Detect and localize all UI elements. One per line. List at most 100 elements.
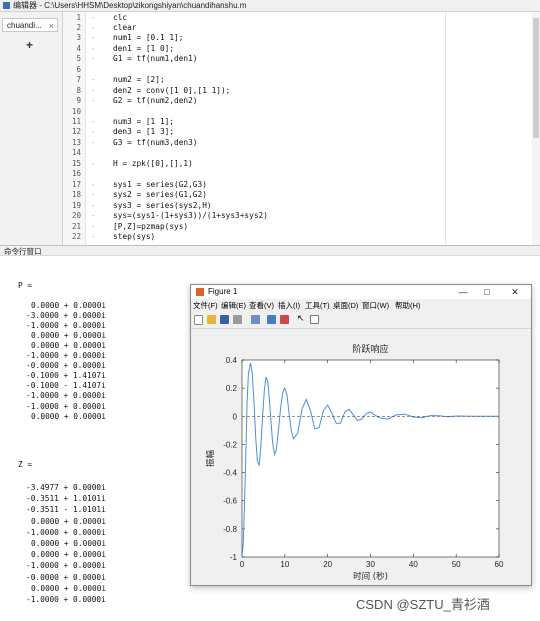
matlab-editor-icon (3, 2, 10, 10)
line-number: 1 (76, 12, 81, 22)
breakpoint-dash[interactable]: - (91, 201, 96, 210)
code-line[interactable]: num2 = [2]; (113, 75, 165, 84)
menu-window[interactable]: 窗口(W) (362, 299, 389, 312)
code-line[interactable]: clc (113, 13, 127, 22)
breakpoint-dash[interactable]: - (91, 180, 96, 189)
dock-icon[interactable] (310, 315, 319, 324)
breakpoint-dash[interactable]: - (91, 54, 96, 63)
code-line[interactable]: [P,Z]=pzmap(sys) (113, 222, 188, 231)
insert-colorbar-icon[interactable] (267, 315, 276, 324)
z-value: 0.0000 + 0.0000i (31, 550, 107, 560)
code-line[interactable]: step(sys) (113, 232, 155, 241)
print-icon[interactable] (233, 315, 242, 324)
file-tab-strip: chuandi... × + (0, 12, 63, 245)
y-tick-label: -0.8 (223, 525, 237, 534)
breakpoint-dash[interactable]: - (91, 33, 96, 42)
breakpoint-dash[interactable]: - (91, 117, 96, 126)
code-line[interactable]: G1 = tf(num1,den1) (113, 54, 198, 63)
line-number: 12 (71, 127, 81, 137)
p-value: -0.1000 + 1.4107i (26, 371, 106, 381)
add-tab-icon[interactable]: + (26, 38, 33, 52)
save-icon[interactable] (220, 315, 229, 324)
code-line[interactable]: sys3 = series(sys2,H) (113, 201, 212, 210)
menu-tools[interactable]: 工具(T) (305, 299, 330, 312)
breakpoint-dash[interactable]: - (91, 222, 96, 231)
code-line[interactable]: den1 = [1 0]; (113, 44, 174, 53)
code-line[interactable]: den3 = [1 3]; (113, 127, 174, 136)
line-number: 4 (76, 43, 81, 53)
breakpoint-dash[interactable]: - (91, 86, 96, 95)
figure-window[interactable]: Figure 1 — □ ✕ 文件(F) 编辑(E) 查看(V) 插入(I) 工… (190, 284, 532, 586)
z-value: -0.3511 - 1.0101i (26, 505, 106, 515)
plot-area[interactable]: 0 10 20 30 40 50 60 0.4 0.2 0 -0.2 -0.4 -0.6 -0.8 -1 阶跃… (191, 329, 531, 584)
breakpoint-dash[interactable]: - (91, 127, 96, 136)
minimize-button[interactable]: — (451, 285, 475, 299)
breakpoint-dash[interactable]: - (91, 75, 96, 84)
breakpoint-dash[interactable]: - (91, 211, 96, 220)
editor-title-text: 编辑器 - C:\Users\HHSM\Desktop\zikongshiyan… (13, 1, 247, 10)
code-editor[interactable]: 1 - clc 2 - clear 3 - num1 = [0.1 1]; 4 - den1 = [1… (63, 12, 540, 245)
menu-view[interactable]: 查看(V) (249, 299, 274, 312)
menu-insert[interactable]: 插入(I) (278, 299, 300, 312)
z-value: 0.0000 + 0.0000i (31, 516, 107, 526)
p-value: -1.0000 + 0.0000i (26, 321, 106, 331)
code-line[interactable]: sys=(sys1-(1+sys3))/(1+sys3+sys2) (113, 211, 268, 220)
menu-edit[interactable]: 编辑(E) (221, 299, 246, 312)
close-icon[interactable]: × (49, 19, 54, 33)
breakpoint-dash[interactable]: - (91, 96, 96, 105)
line-number: 9 (76, 96, 81, 106)
code-line[interactable]: den2 = conv([1 0],[1 1]); (113, 86, 230, 95)
breakpoint-dash[interactable]: - (91, 138, 96, 147)
code-line[interactable]: num1 = [0.1 1]; (113, 33, 183, 42)
link-plot-icon[interactable] (251, 315, 260, 324)
line-number: 15 (71, 158, 81, 168)
close-button[interactable]: ✕ (503, 285, 527, 299)
breakpoint-dash[interactable]: - (91, 13, 96, 22)
y-tick-label: -0.4 (223, 469, 237, 478)
x-tick-label: 60 (495, 560, 504, 569)
breakpoint-dash[interactable]: - (91, 190, 96, 199)
code-line[interactable]: H = zpk([0],[],1) (113, 159, 193, 168)
breakpoint-dash[interactable]: - (91, 23, 96, 32)
code-line[interactable]: sys1 = series(G2,G3) (113, 180, 207, 189)
open-folder-icon[interactable] (207, 315, 216, 324)
menu-desktop[interactable]: 桌面(D) (333, 299, 358, 312)
axes-box (241, 359, 500, 558)
line-number: 5 (76, 54, 81, 64)
insert-legend-icon[interactable] (280, 315, 289, 324)
code-line[interactable]: G3 = tf(num3,den3) (113, 138, 198, 147)
code-line[interactable]: G2 = tf(num2,den2) (113, 96, 198, 105)
x-tick-label: 10 (280, 560, 289, 569)
code-line[interactable]: clear (113, 23, 136, 32)
p-value: -1.0000 + 0.0000i (26, 391, 106, 401)
x-tick-label: 30 (366, 560, 375, 569)
z-label: Z = (18, 460, 33, 469)
code-line[interactable]: num3 = [1 1]; (113, 117, 174, 126)
editor-title-bar: 编辑器 - C:\Users\HHSM\Desktop\zikongshiyan… (0, 0, 540, 12)
line-number: 21 (71, 221, 81, 231)
editor-scroll-thumb[interactable] (533, 18, 539, 138)
tab-chuandihanshu[interactable]: chuandi... × (2, 18, 58, 32)
menu-help[interactable]: 帮助(H) (395, 299, 420, 312)
x-axis-label: 时间 (秒) (353, 571, 388, 582)
z-value: 0.0000 + 0.0000i (31, 539, 107, 548)
breakpoint-dash[interactable]: - (91, 232, 96, 241)
figure-menu-bar: 文件(F) 编辑(E) 查看(V) 插入(I) 工具(T) 桌面(D) 窗口(W… (191, 299, 531, 312)
breakpoint-dash[interactable]: - (91, 44, 96, 53)
line-number: 16 (71, 169, 81, 179)
code-line[interactable]: sys2 = series(G1,G2) (113, 190, 207, 199)
breakpoint-dash[interactable]: - (91, 159, 96, 168)
z-value: -0.0000 + 0.0000i (26, 572, 106, 582)
step-response-chart[interactable]: 0 10 20 30 40 50 60 0.4 0.2 0 -0.2 -0.4 -0.6 -0.8 -1 阶跃… (191, 329, 531, 584)
figure-title-bar[interactable]: Figure 1 — □ ✕ (191, 285, 531, 299)
p-value: -0.1000 - 1.4107i (26, 381, 106, 391)
maximize-button[interactable]: □ (475, 285, 499, 299)
new-file-icon[interactable] (194, 315, 203, 325)
y-tick-label: -1 (230, 553, 238, 562)
line-number: 18 (71, 190, 81, 200)
y-axis-label: 振幅 (205, 450, 216, 468)
line-number: 22 (71, 231, 81, 241)
pointer-icon[interactable]: ↖ (297, 315, 306, 324)
menu-file[interactable]: 文件(F) (193, 299, 218, 312)
p-value: -3.0000 + 0.0000i (26, 311, 106, 321)
